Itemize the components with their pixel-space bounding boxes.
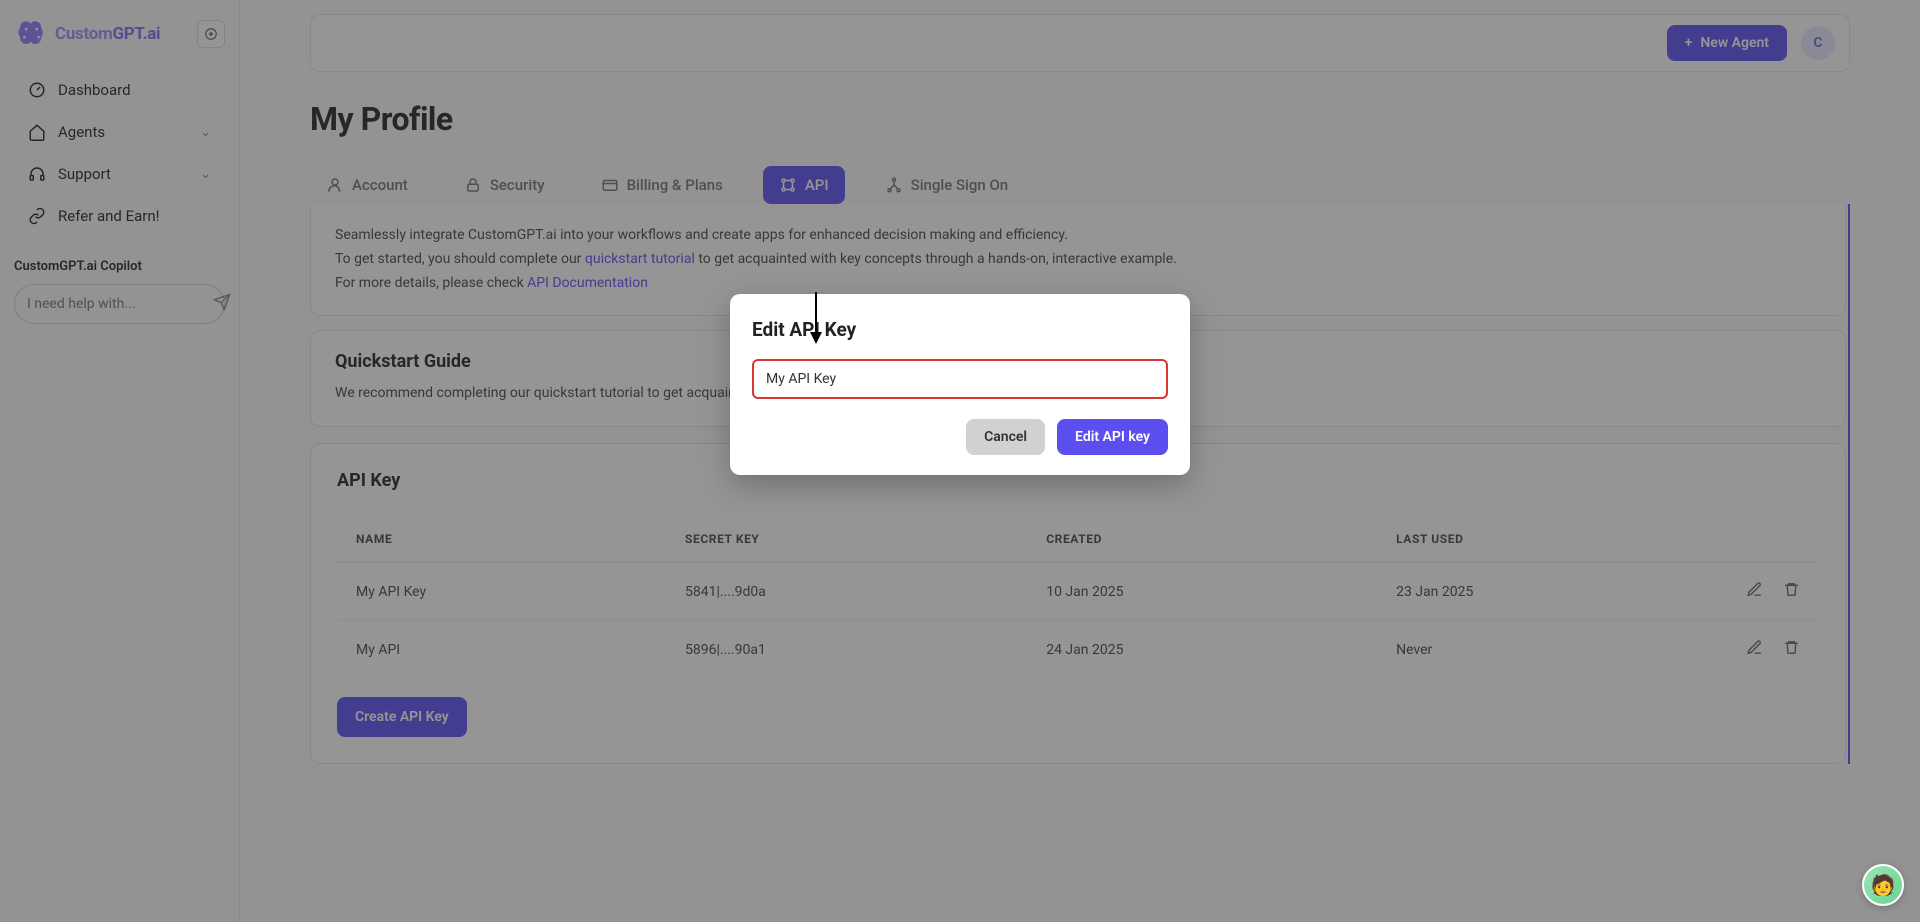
cancel-button[interactable]: Cancel <box>966 419 1045 455</box>
edit-api-key-modal: Edit API Key Cancel Edit API key <box>730 294 1190 475</box>
modal-title: Edit API Key <box>752 318 1168 341</box>
api-key-name-input[interactable] <box>752 359 1168 399</box>
edit-api-key-confirm-button[interactable]: Edit API key <box>1057 419 1168 455</box>
chat-launcher-button[interactable]: 🧑 <box>1862 864 1904 906</box>
avatar-face-icon: 🧑 <box>1871 873 1896 897</box>
